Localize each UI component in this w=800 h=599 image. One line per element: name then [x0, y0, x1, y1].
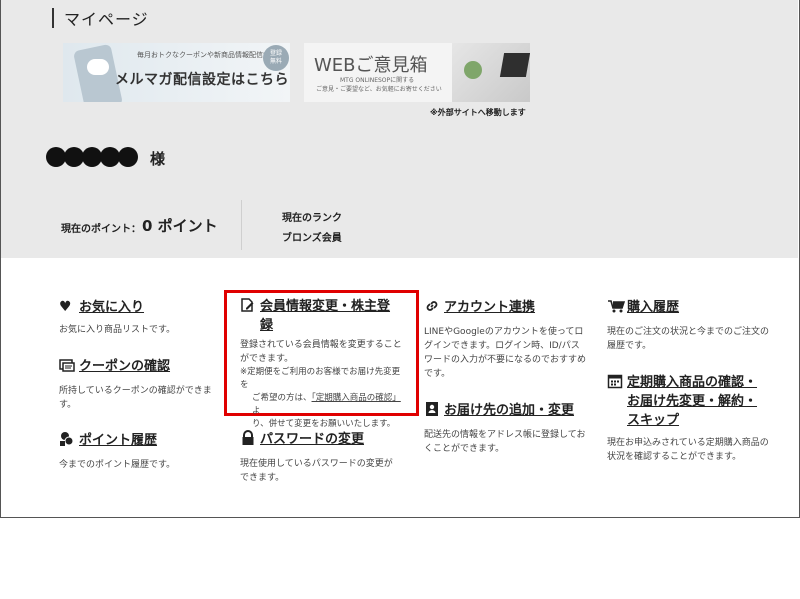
- address-book-icon: [424, 401, 444, 422]
- member-info-note-1: ※定期便をご利用のお客様でお届け先変更を: [240, 367, 401, 390]
- menu-address: お届け先の追加・変更 配送先の情報をアドレス帳に登録しておくことができます。: [424, 401, 586, 456]
- member-info-title-1: 会員情報変更・株主登: [260, 299, 391, 314]
- password-desc: 現在使用しているパスワードの変更ができます。: [240, 459, 393, 483]
- redacted-username: [46, 147, 138, 167]
- account-link-desc: LINEやGoogleのアカウントを使ってログインできます。ログイン時、ID/パ…: [424, 327, 587, 379]
- coupon-link[interactable]: クーポンの確認: [79, 357, 170, 376]
- banner-subtext-2: ご意見・ご要望など、お気軽にお寄せください: [316, 86, 442, 93]
- subscription-link[interactable]: 定期購入商品の確認・ お届け先変更・解約・ スキップ: [627, 373, 757, 430]
- plant-image: [464, 61, 482, 79]
- menu-coupon: クーポンの確認 所持しているクーポンの確認ができます。: [59, 357, 219, 412]
- points-history-link[interactable]: ポイント履歴: [79, 431, 157, 450]
- cart-icon: [607, 298, 627, 319]
- password-change-link[interactable]: パスワードの変更: [260, 430, 364, 449]
- external-site-note: ※外部サイトへ移動します: [430, 108, 526, 117]
- free-badge: 登録 無料: [263, 45, 289, 71]
- member-info-link[interactable]: 会員情報変更・株主登録: [260, 297, 390, 335]
- link-icon: [424, 298, 444, 319]
- coins-icon: [59, 431, 79, 452]
- purchase-history-desc: 現在のご注文の状況と今までのご注文の履歴です。: [607, 327, 770, 351]
- favorites-link[interactable]: お気に入り: [79, 298, 144, 317]
- subscription-desc: 現在お申込みされている定期購入商品の状況を確認することができます。: [607, 438, 769, 462]
- menu-purchase-history: 購入履歴 現在のご注文の状況と今までのご注文の履歴です。: [607, 298, 772, 353]
- points-value: 0 ポイント: [142, 217, 218, 235]
- coupon-desc: 所持しているクーポンの確認ができます。: [59, 386, 212, 410]
- menu-points: ポイント履歴 今までのポイント履歴です。: [59, 431, 219, 472]
- heart-icon: ♥: [59, 299, 72, 315]
- menu-subscription: 定期購入商品の確認・ お届け先変更・解約・ スキップ 現在お申込みされている定期購入…: [607, 373, 772, 464]
- banner-title: WEBご意見箱: [314, 55, 428, 76]
- purchase-history-link[interactable]: 購入履歴: [627, 298, 679, 317]
- menu-password: パスワードの変更 現在使用しているパスワードの変更ができます。: [240, 430, 400, 485]
- badge-line-2: 無料: [269, 58, 282, 65]
- redaction-mark: [82, 147, 102, 167]
- redaction-mark: [64, 147, 84, 167]
- subscription-check-link[interactable]: 「定期購入商品の確認」: [312, 393, 401, 403]
- chat-bubble-icon: [87, 59, 109, 75]
- menu-account-link: アカウント連携 LINEやGoogleのアカウントを使ってログインできます。ログ…: [424, 298, 586, 381]
- menu-member-info: 会員情報変更・株主登録 登録されている会員情報を変更することができます。 ※定期…: [240, 297, 404, 431]
- web-opinion-banner[interactable]: WEBご意見箱 MTG ONLINESOPに関する ご意見・ご要望など、お気軽に…: [304, 43, 530, 102]
- member-info-title-2: 録: [260, 318, 274, 333]
- calendar-icon: [607, 373, 627, 394]
- status-divider: [241, 200, 242, 250]
- subscription-title-2: お届け先変更・解約・: [627, 394, 758, 409]
- page-title: マイページ: [64, 10, 149, 29]
- banner-subtext-1: MTG ONLINESOPに関する: [340, 77, 415, 84]
- note-text-b: よ: [252, 406, 261, 416]
- coupon-icon: [59, 357, 79, 378]
- banner-subtext: 毎月おトクなクーポンや新商品情報配信中！: [137, 51, 277, 59]
- redaction-mark: [46, 147, 66, 167]
- note-text-a: ご希望の方は、: [252, 393, 312, 403]
- subscription-title-3: スキップ: [627, 413, 680, 428]
- member-info-note-2: ご希望の方は、「定期購入商品の確認」よ: [240, 392, 404, 418]
- lock-icon: [240, 430, 260, 451]
- points-label: 現在のポイント：: [61, 224, 141, 235]
- badge-line-1: 登録: [269, 50, 282, 57]
- favorites-desc: お気に入り商品リストです。: [59, 325, 176, 335]
- edit-icon: [240, 297, 260, 318]
- redaction-mark: [118, 147, 138, 167]
- banner-main-text: メルマガ配信設定はこちら: [115, 72, 289, 88]
- address-desc: 配送先の情報をアドレス帳に登録しておくことができます。: [424, 430, 586, 454]
- rank-label: 現在のランク: [282, 213, 342, 224]
- redaction-mark: [100, 147, 120, 167]
- member-info-desc: 登録されている会員情報を変更することができます。: [240, 340, 402, 364]
- rank-value: ブロンズ会員: [282, 233, 342, 244]
- subscription-title-1: 定期購入商品の確認・: [627, 375, 758, 390]
- menu-favorites: ♥ お気に入り お気に入り商品リストです。: [59, 298, 219, 337]
- mail-magazine-banner[interactable]: 毎月おトクなクーポンや新商品情報配信中！ メルマガ配信設定はこちら 登録 無料: [63, 43, 290, 102]
- account-link-link[interactable]: アカウント連携: [444, 298, 535, 317]
- points-history-desc: 今までのポイント履歴です。: [59, 460, 176, 470]
- username-suffix: 様: [150, 150, 166, 168]
- address-link[interactable]: お届け先の追加・変更: [444, 401, 574, 420]
- laptop-image: [499, 53, 530, 77]
- title-accent-bar: [52, 8, 54, 28]
